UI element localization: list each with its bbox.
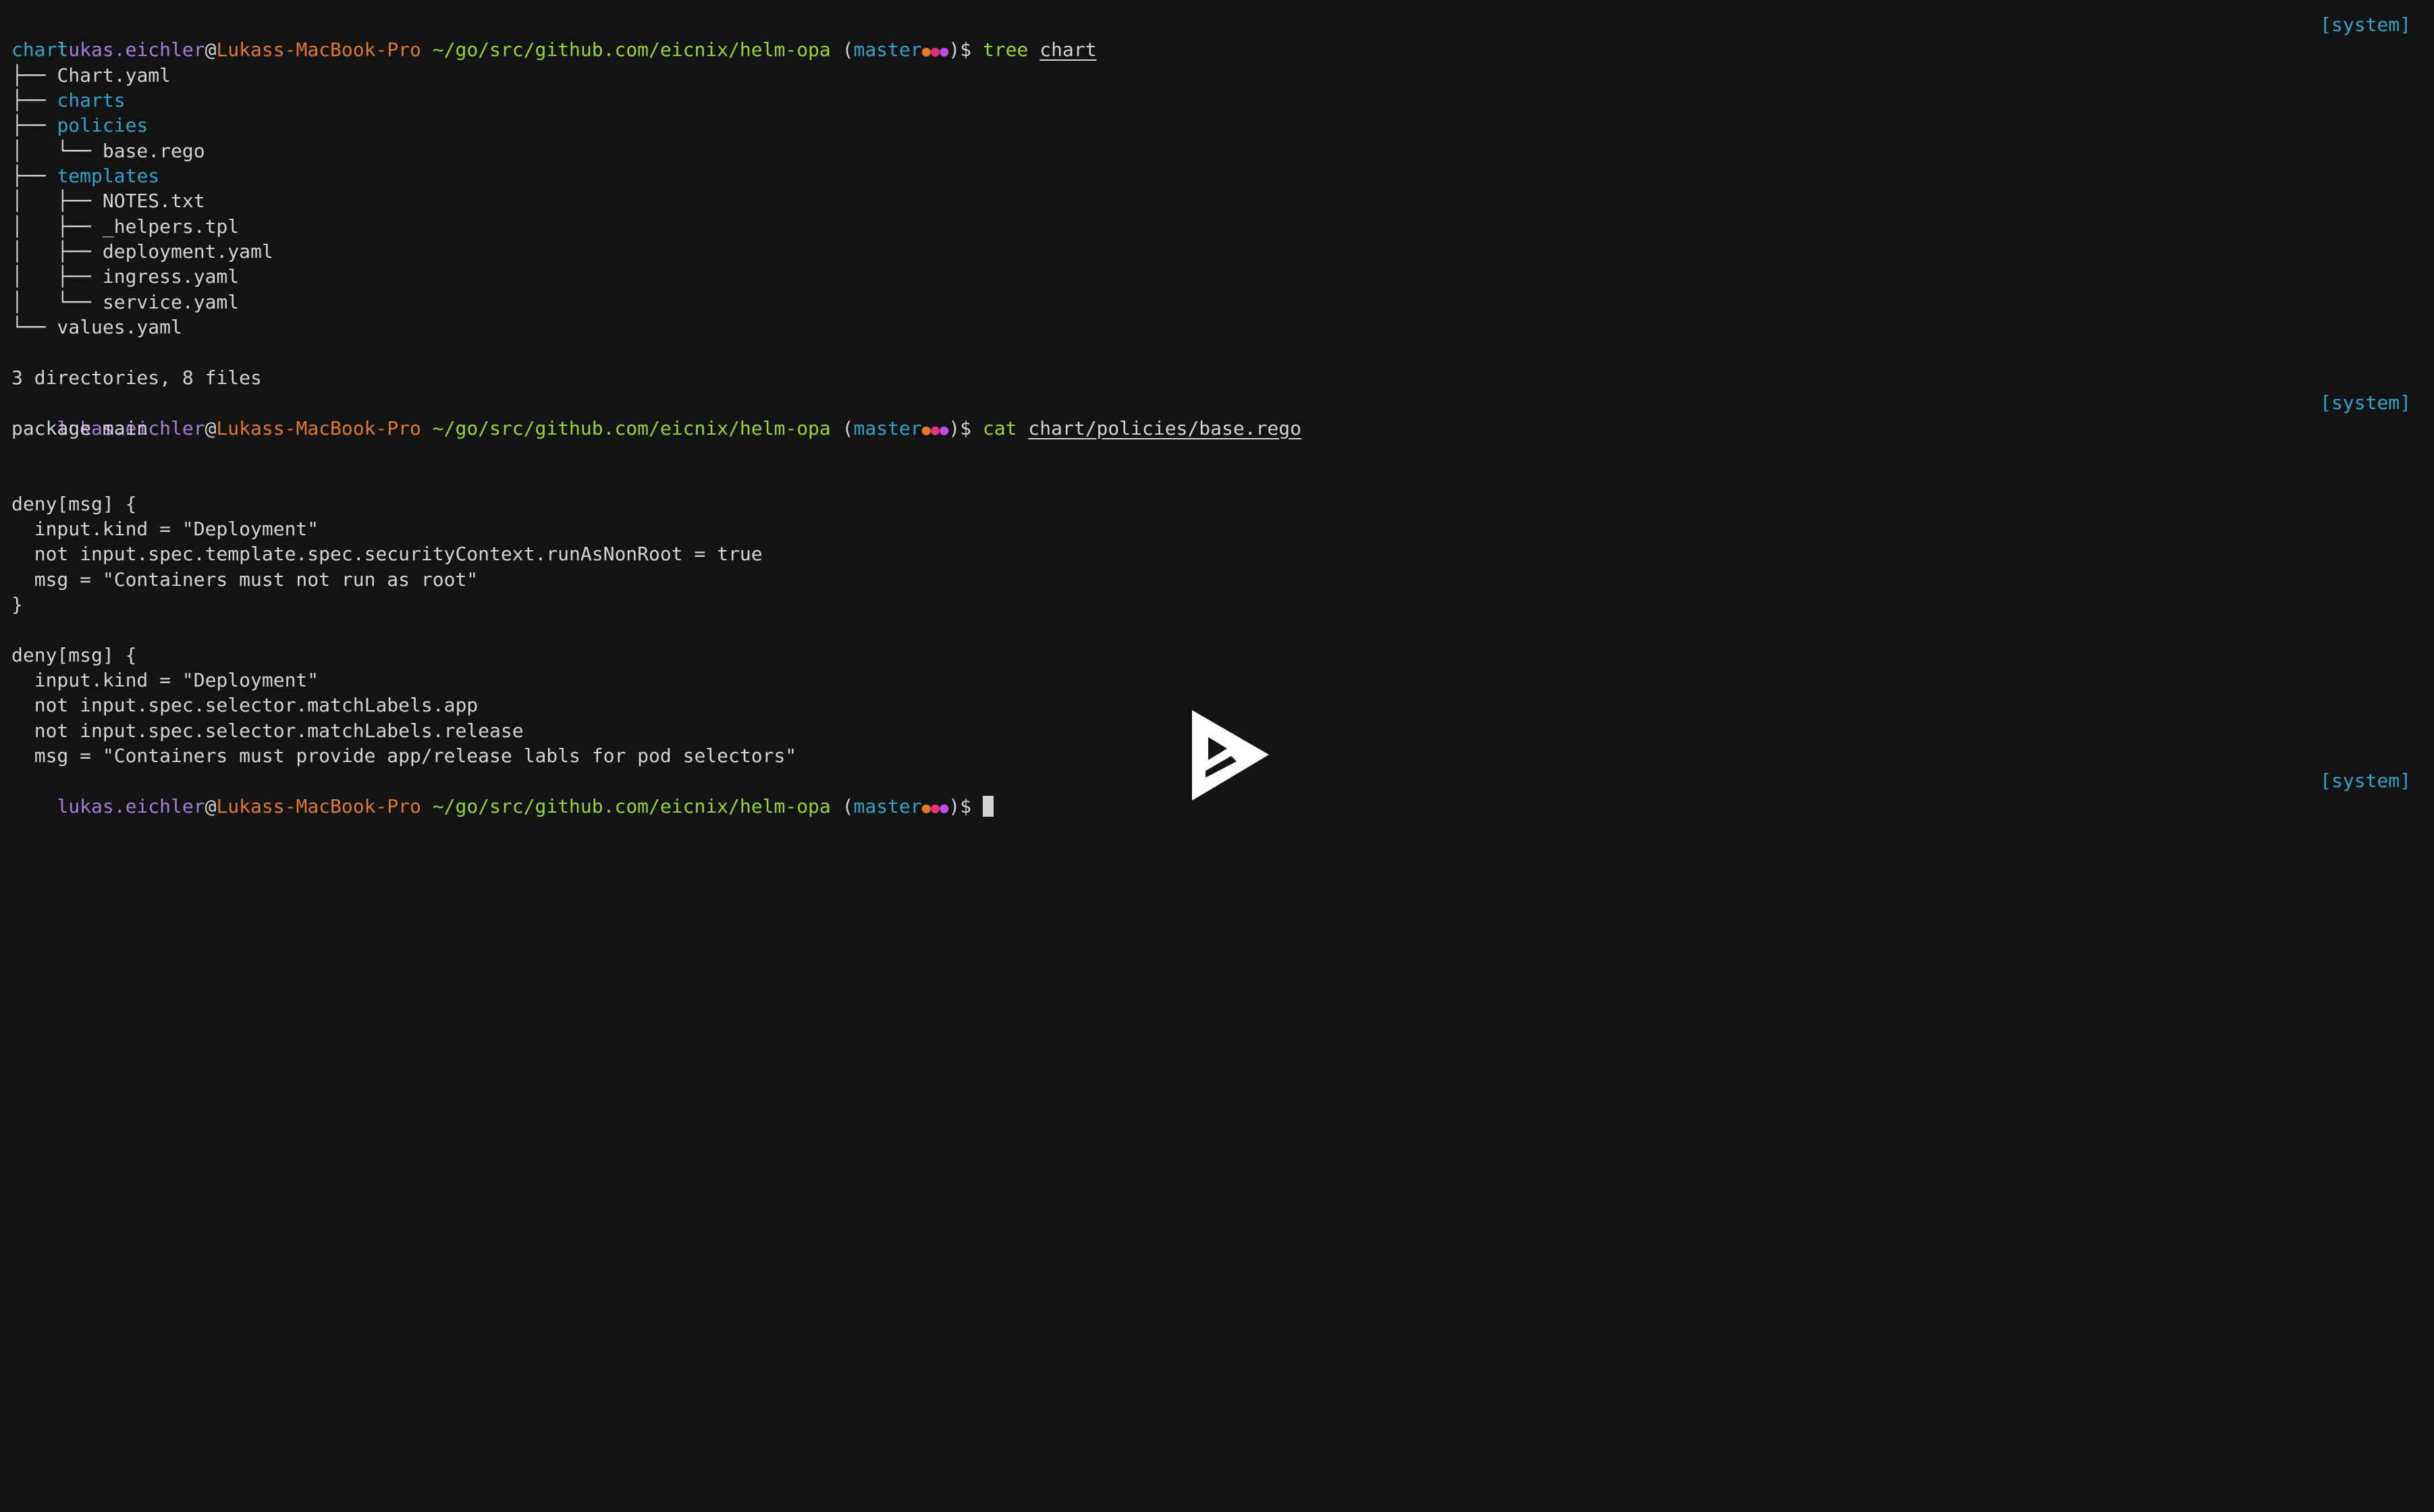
tree-item: ├── policies [11, 113, 2411, 138]
file-line: input.kind = "Deployment" [11, 668, 319, 691]
tree-directory: charts [57, 89, 126, 112]
file-line: package main [11, 416, 148, 439]
tree-item: │ └── service.yaml [11, 290, 2411, 315]
system-tag: [system] [2320, 770, 2411, 792]
tree-item: │ ├── deployment.yaml [11, 239, 2411, 264]
tree-branch: ├── [11, 89, 57, 112]
file-line [11, 617, 2411, 642]
file-line: deny[msg] { [11, 643, 137, 666]
prompt-branch: master [853, 794, 922, 817]
terminal-output: lukas.eichler@Lukass-MacBook-Pro ~/go/sr… [11, 12, 2411, 817]
tree-branch: │ ├── [11, 240, 103, 263]
terminal-cursor [982, 795, 994, 817]
system-tag: [system] [2320, 392, 2411, 414]
tree-item: │ ├── _helpers.tpl [11, 214, 2411, 239]
tree-branch: └── [11, 316, 57, 339]
file-line: msg = "Containers must not run as root" [11, 568, 479, 591]
file-line: not input.spec.template.spec.securityCon… [11, 543, 763, 566]
tree-item: └── values.yaml [11, 315, 2411, 340]
prompt-at: @ [205, 794, 217, 817]
file-line: } [11, 593, 23, 616]
tree-item: ├── charts [11, 88, 2411, 113]
file-line [11, 441, 2411, 466]
tree-branch: │ ├── [11, 215, 103, 238]
tree-branch: │ └── [11, 290, 103, 313]
tree-branch: ├── [11, 63, 57, 86]
prompt-branch-open: ( [842, 794, 854, 817]
prompt-branch-close: ) [948, 794, 961, 817]
prompt-path: ~/go/src/github.com/eicnix/helm-opa [432, 794, 831, 817]
prompt-line: lukas.eichler@Lukass-MacBook-Pro ~/go/sr… [11, 12, 2411, 61]
prompt-line: lukas.eichler@Lukass-MacBook-Pro ~/go/sr… [11, 390, 2411, 439]
tree-file: _helpers.tpl [102, 215, 240, 238]
tree-file: ingress.yaml [102, 265, 240, 288]
tree-directory: templates [57, 165, 160, 188]
file-line: deny[msg] { [11, 492, 137, 515]
file-line: input.kind = "Deployment" [11, 517, 319, 540]
prompt-user: lukas.eichler [57, 794, 205, 817]
tree-file: NOTES.txt [102, 190, 205, 213]
tree-item: │ └── base.rego [11, 138, 2411, 163]
tree-directory: policies [57, 114, 148, 137]
tree-branch: │ └── [11, 139, 103, 162]
tree-item: │ ├── ingress.yaml [11, 264, 2411, 289]
tree-item: │ ├── NOTES.txt [11, 188, 2411, 213]
git-status-dot: ● [930, 799, 940, 817]
asciinema-play-icon[interactable] [1189, 707, 1272, 805]
tree-file: deployment.yaml [102, 240, 273, 263]
tree-item: ├── templates [11, 163, 2411, 188]
tree-file: Chart.yaml [57, 63, 171, 86]
git-status-dot: ● [921, 799, 931, 817]
tree-file: values.yaml [57, 316, 182, 339]
tree-branch: ├── [11, 165, 57, 188]
prompt-host: Lukass-MacBook-Pro [216, 794, 421, 817]
file-line [11, 466, 2411, 491]
tree-branch: │ ├── [11, 265, 103, 288]
tree-file: base.rego [102, 139, 205, 162]
tree-branch: ├── [11, 114, 57, 137]
tree-summary: 3 directories, 8 files [11, 366, 262, 389]
system-tag: [system] [2320, 14, 2411, 36]
tree-file: service.yaml [102, 290, 240, 313]
tree-branch: │ ├── [11, 190, 103, 213]
prompt-symbol: $ [960, 794, 972, 817]
tree-root: chart [11, 38, 69, 61]
tree-item: ├── Chart.yaml [11, 63, 2411, 88]
git-status-dot: ● [940, 799, 949, 817]
